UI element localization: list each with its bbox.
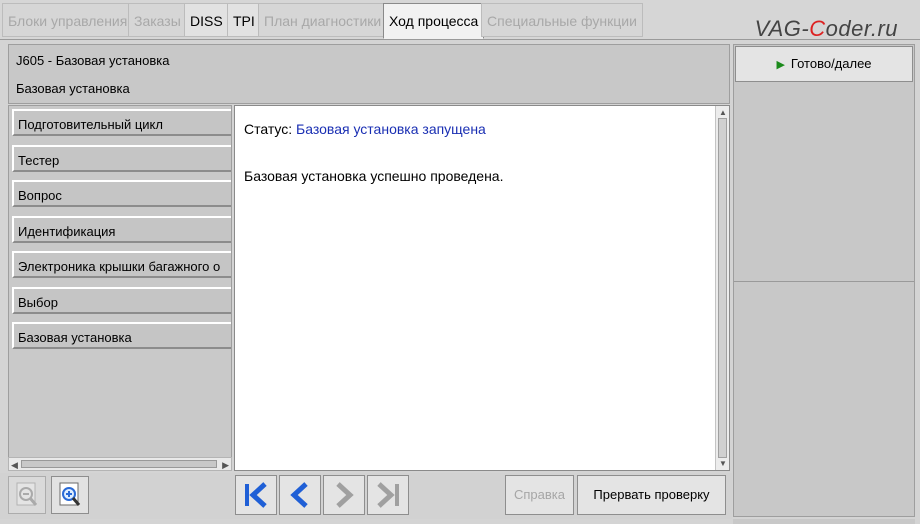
play-triangle-icon: ▶ (776, 59, 785, 71)
step-list: Подготовительный цикл Тестер Вопрос Иден… (8, 105, 232, 471)
status-label: Статус: (244, 121, 293, 137)
right-panel: ▶ Готово/далее (733, 44, 915, 517)
tab-control-units[interactable]: Блоки управления (2, 3, 134, 37)
module-title: J605 - Базовая установка (16, 53, 170, 68)
content-vertical-scrollbar[interactable]: ▲ ▼ (715, 106, 729, 470)
right-panel-footer (733, 519, 915, 524)
watermark-accent: C (809, 16, 826, 41)
back-button[interactable] (279, 475, 321, 515)
first-step-button[interactable] (235, 475, 277, 515)
zoom-in-icon (59, 482, 81, 506)
step-item[interactable]: Идентификация (12, 216, 231, 243)
bottom-toolbar: Справка Прервать проверку (0, 473, 732, 519)
watermark-suffix: oder.ru (825, 16, 898, 41)
zoom-out-icon (16, 482, 38, 506)
ready-next-label: Готово/далее (790, 56, 872, 71)
scroll-thumb[interactable] (21, 460, 217, 468)
back-icon (290, 482, 308, 508)
last-step-button[interactable] (367, 475, 409, 515)
tab-tpi[interactable]: TPI (227, 3, 261, 37)
step-item-current[interactable]: Базовая установка (12, 322, 231, 349)
panel-divider (734, 281, 914, 282)
step-item[interactable]: Вопрос (12, 180, 231, 207)
tab-diagnostic-plan[interactable]: План диагностики (258, 3, 388, 37)
scroll-right-icon[interactable]: ▶ (222, 460, 229, 471)
step-item[interactable]: Тестер (12, 145, 231, 172)
scroll-down-icon[interactable]: ▼ (719, 459, 727, 468)
scroll-thumb[interactable] (718, 118, 727, 458)
step-item[interactable]: Выбор (12, 287, 231, 314)
tab-process[interactable]: Ход процесса (383, 3, 485, 39)
status-value: Базовая установка запущена (296, 121, 486, 137)
step-item[interactable]: Подготовительный цикл (12, 109, 231, 136)
result-message: Базовая установка успешно проведена. (244, 168, 504, 184)
watermark-prefix: VAG- (754, 16, 810, 41)
status-line: Статус: Базовая установка запущена (244, 121, 486, 137)
last-icon (377, 482, 399, 508)
scroll-left-icon[interactable]: ◀ (11, 460, 18, 471)
forward-icon (336, 482, 354, 508)
ready-next-button[interactable]: ▶ Готово/далее (735, 46, 913, 82)
tab-diss[interactable]: DISS (184, 3, 229, 37)
forward-button[interactable] (323, 475, 365, 515)
abort-test-button[interactable]: Прервать проверку (577, 475, 726, 515)
help-button[interactable]: Справка (505, 475, 574, 515)
zoom-out-button[interactable] (8, 476, 46, 514)
module-header: J605 - Базовая установка Базовая установ… (8, 44, 730, 104)
module-subtitle: Базовая установка (16, 81, 130, 96)
tab-bar: Блоки управления Заказы DISS TPI План ди… (0, 0, 920, 42)
step-list-horizontal-scrollbar[interactable]: ◀ ▶ (8, 457, 232, 471)
step-item[interactable]: Электроника крышки багажного о (12, 251, 231, 278)
tab-special-functions[interactable]: Специальные функции (481, 3, 643, 37)
watermark-logo: VAG-Coder.ru (755, 16, 898, 42)
content-pane: Статус: Базовая установка запущена Базов… (234, 105, 730, 471)
scroll-up-icon[interactable]: ▲ (719, 108, 727, 117)
zoom-in-button[interactable] (51, 476, 89, 514)
tab-orders[interactable]: Заказы (128, 3, 187, 37)
first-icon (245, 482, 267, 508)
